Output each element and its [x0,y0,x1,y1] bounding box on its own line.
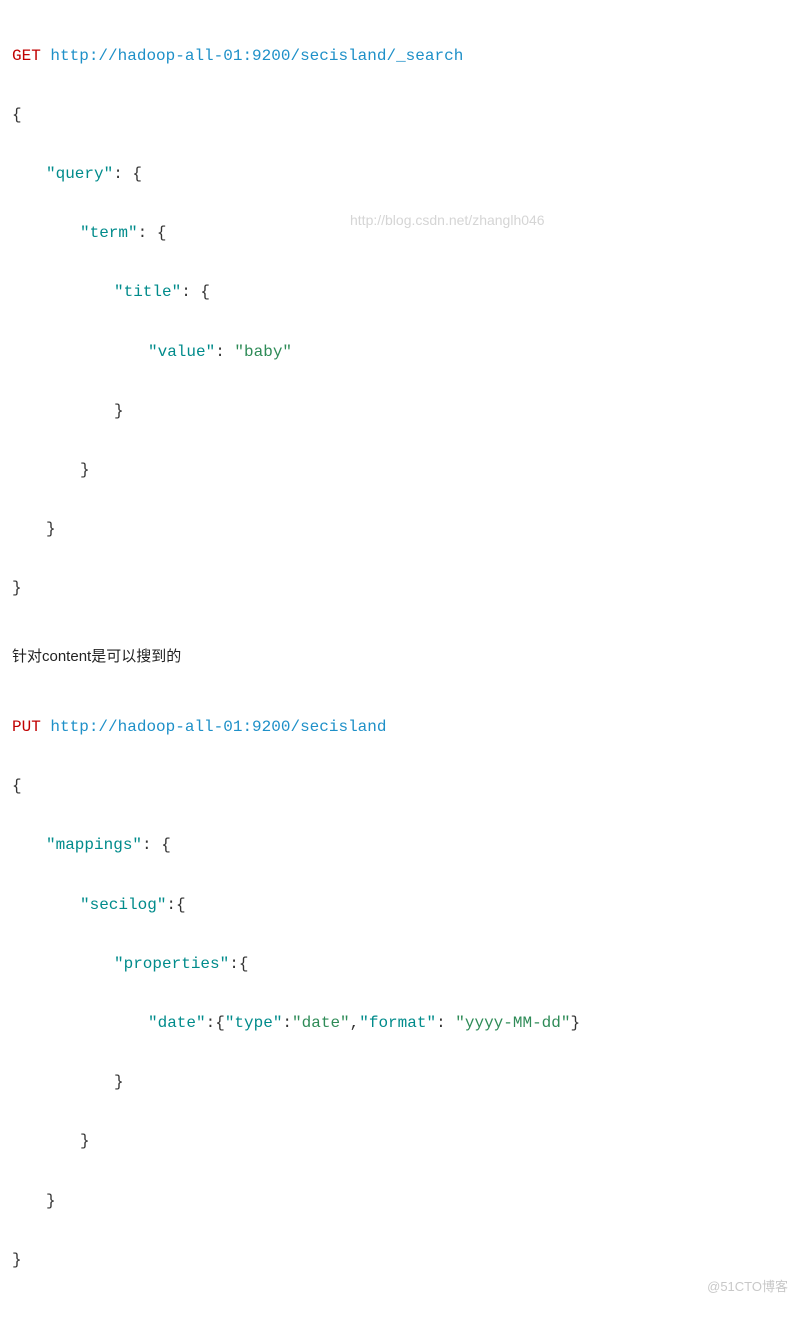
code-block-put: PUT http://hadoop-all-01:9200/secisland … [12,683,798,1304]
key-query: "query" [46,165,113,183]
key-date: "date" [148,1014,206,1032]
key-properties: "properties" [114,955,229,973]
request-url-1: http://hadoop-all-01:9200/secisland/_sea… [50,47,463,65]
http-method-put: PUT [12,718,41,736]
http-method-get: GET [12,47,41,65]
description-text: 针对content是可以搜到的 [12,645,798,669]
value-date: "date" [292,1014,350,1032]
brace-close: } [80,1132,90,1150]
brace-open: { [12,106,22,124]
brace-close: } [114,402,124,420]
brace-open: { [12,777,22,795]
key-value: "value" [148,343,215,361]
key-term: "term" [80,224,138,242]
value-format: "yyyy-MM-dd" [455,1014,570,1032]
brace-close: } [12,1251,22,1269]
brace-close: } [80,461,90,479]
key-title: "title" [114,283,181,301]
key-secilog: "secilog" [80,896,166,914]
brace-close: } [46,1192,56,1210]
request-url-2: http://hadoop-all-01:9200/secisland [50,718,386,736]
brace-close: } [12,579,22,597]
key-type: "type" [225,1014,283,1032]
key-mappings: "mappings" [46,836,142,854]
key-format: "format" [359,1014,436,1032]
code-block-get: GET http://hadoop-all-01:9200/secisland/… [12,12,798,633]
brace-close: } [46,520,56,538]
value-baby: "baby" [234,343,292,361]
brace-close: } [114,1073,124,1091]
